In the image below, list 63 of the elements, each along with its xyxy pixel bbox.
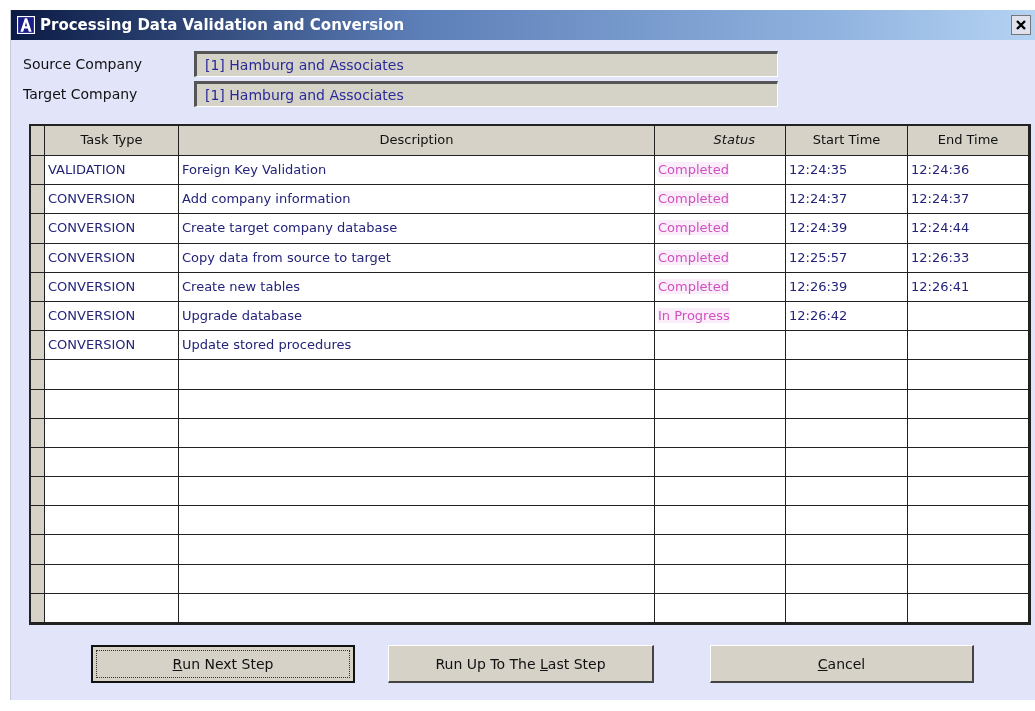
row-selector[interactable] xyxy=(31,185,45,215)
table-cell: Completed xyxy=(655,185,786,215)
table-cell: CONVERSION xyxy=(45,243,179,273)
row-selector[interactable] xyxy=(31,593,45,623)
table-cell: 12:24:39 xyxy=(786,214,908,244)
table-cell: Upgrade database xyxy=(179,301,655,332)
table-cell: CONVERSION xyxy=(45,185,179,215)
table-cell: 12:24:37 xyxy=(786,185,908,215)
row-selector[interactable] xyxy=(31,301,45,332)
table-cell: Add company information xyxy=(179,185,655,215)
row-selector[interactable] xyxy=(31,214,45,244)
table-cell: Completed xyxy=(655,272,786,302)
column-header: End Time xyxy=(908,126,1029,156)
column-header: Task Type xyxy=(45,126,179,156)
table-cell: 12:24:35 xyxy=(786,156,908,186)
column-header: Description xyxy=(179,126,655,156)
table-cell: Completed xyxy=(655,214,786,244)
table-cell: VALIDATION xyxy=(45,156,179,186)
row-selector[interactable] xyxy=(31,243,45,273)
window-title: Processing Data Validation and Conversion xyxy=(40,16,405,34)
table-cell: Completed xyxy=(655,156,786,186)
company-field[interactable]: [1] Hamburg and Associates xyxy=(194,51,778,77)
column-header: Start Time xyxy=(786,126,908,156)
close-icon xyxy=(1015,19,1027,31)
row-selector[interactable] xyxy=(31,156,45,186)
row-selector[interactable] xyxy=(31,447,45,478)
row-selector[interactable] xyxy=(31,331,45,361)
table-cell: CONVERSION xyxy=(45,331,179,361)
table-cell: CONVERSION xyxy=(45,272,179,302)
table-cell: Update stored procedures xyxy=(179,331,655,361)
action-button[interactable]: Cancel xyxy=(710,645,974,683)
table-cell: 12:26:33 xyxy=(908,243,1029,273)
row-selector[interactable] xyxy=(31,535,45,565)
table-cell: Create new tables xyxy=(179,272,655,302)
action-button[interactable]: Run Next Step xyxy=(91,645,355,683)
table-cell: 12:24:44 xyxy=(908,214,1029,244)
row-selector[interactable] xyxy=(31,272,45,302)
field-label: Source Company xyxy=(23,56,144,72)
table-cell: 12:26:39 xyxy=(786,272,908,302)
row-selector[interactable] xyxy=(31,477,45,507)
table-cell: 12:24:37 xyxy=(908,185,1029,215)
field-label: Target Company xyxy=(23,86,139,102)
app-logo-icon xyxy=(17,16,35,34)
table-cell: CONVERSION xyxy=(45,301,179,332)
table-cell: Create target company database xyxy=(179,214,655,244)
table-cell: Completed xyxy=(655,243,786,273)
company-field[interactable]: [1] Hamburg and Associates xyxy=(194,81,778,107)
table-cell: 12:25:57 xyxy=(786,243,908,273)
row-selector[interactable] xyxy=(31,418,45,448)
column-header: Status xyxy=(655,126,786,156)
table-cell: 12:24:36 xyxy=(908,156,1029,186)
close-button[interactable] xyxy=(1011,15,1031,35)
table-cell: 12:26:41 xyxy=(908,272,1029,302)
table-cell: In Progress xyxy=(655,301,786,332)
table-cell: Copy data from source to target xyxy=(179,243,655,273)
table-cell: CONVERSION xyxy=(45,214,179,244)
row-selector[interactable] xyxy=(31,360,45,390)
row-selector[interactable] xyxy=(31,506,45,536)
row-selector[interactable] xyxy=(31,564,45,594)
action-button[interactable]: Run Up To The Last Step xyxy=(388,645,654,683)
row-selector[interactable] xyxy=(31,389,45,419)
table-cell: Foreign Key Validation xyxy=(179,156,655,186)
table-cell: 12:26:42 xyxy=(786,301,908,332)
